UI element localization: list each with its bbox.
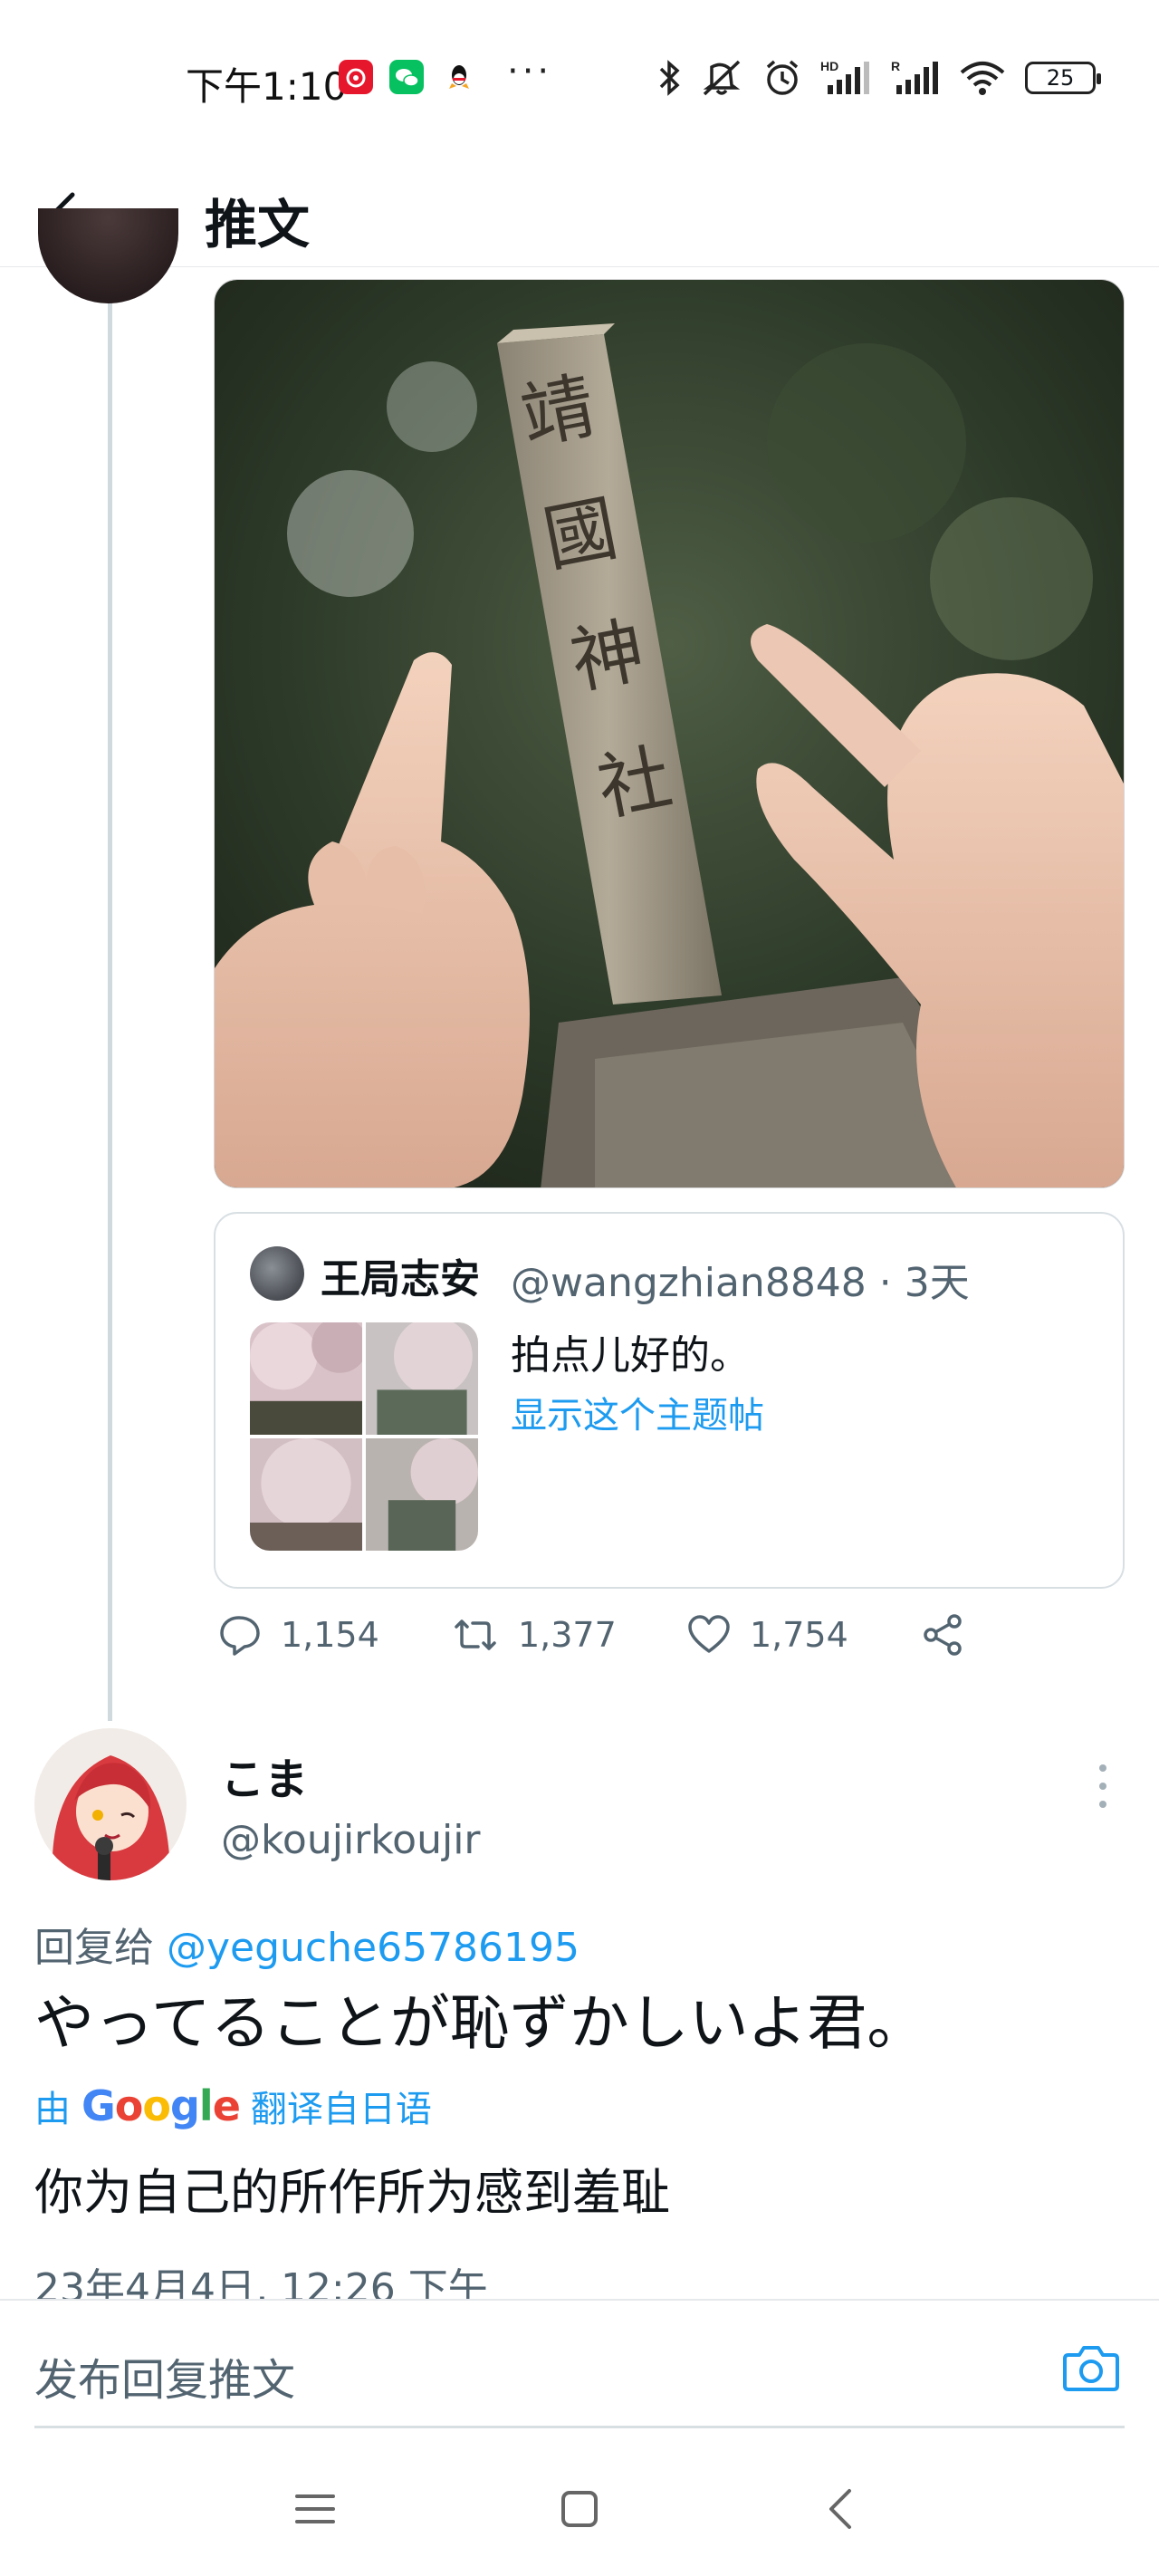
camera-icon[interactable]	[1061, 2341, 1121, 2395]
retweet-count: 1,377	[518, 1615, 617, 1655]
retweet-button[interactable]: 1,377	[451, 1612, 617, 1658]
page-title: 推文	[205, 194, 311, 255]
quoted-thumb-3[interactable]	[250, 1438, 362, 1551]
wifi-icon	[960, 62, 1005, 95]
like-button[interactable]: 1,754	[686, 1612, 848, 1658]
hd-signal-icon: HD	[820, 59, 869, 94]
reply-to-mention[interactable]: @yeguche65786195	[167, 1925, 580, 1971]
avatar[interactable]	[38, 208, 178, 303]
svg-text:HD: HD	[820, 59, 838, 73]
quoted-media-grid[interactable]	[250, 1322, 478, 1551]
translate-by-label: 由	[34, 2089, 71, 2130]
compose-divider	[34, 2426, 1125, 2428]
more-options-icon[interactable]	[1092, 1759, 1114, 1813]
wechat-icon	[389, 60, 424, 94]
reply-button[interactable]: 1,154	[217, 1612, 379, 1658]
quoted-handle: @wangzhian8848 · 3天	[511, 1260, 970, 1306]
roaming-signal-icon: R	[891, 59, 938, 94]
reply-display-name[interactable]: こま	[221, 1744, 308, 1807]
share-button[interactable]	[920, 1612, 965, 1658]
svg-text:R: R	[891, 59, 900, 73]
translated-text: 你为自己的所作所为感到羞耻	[34, 2164, 670, 2221]
back-icon[interactable]	[815, 2482, 869, 2536]
reply-compose-input[interactable]: 发布回复推文	[34, 2344, 295, 2408]
show-thread-link[interactable]: 显示这个主题帖	[511, 1386, 764, 1438]
replying-to: 回复给 @yeguche65786195	[34, 1915, 580, 1973]
alarm-icon	[766, 60, 799, 95]
reply-icon	[220, 1616, 260, 1656]
battery-level: 25	[1046, 65, 1075, 91]
menu-icon[interactable]	[288, 2482, 342, 2536]
reply-handle[interactable]: @koujirkoujir	[221, 1817, 481, 1863]
status-indicators: HD R 25	[657, 58, 1101, 98]
reply-to-label: 回复给	[34, 1925, 167, 1971]
thread-connector-line	[108, 299, 112, 1721]
system-nav-bar	[0, 2446, 1159, 2576]
bluetooth-icon	[659, 60, 680, 96]
quoted-thumb-1[interactable]	[250, 1322, 362, 1435]
status-bar: 下午1:10 ··· HD R 25	[0, 0, 1159, 159]
reply-count: 1,154	[281, 1615, 379, 1655]
tweet-action-bar: 1,154 1,377 1,754	[217, 1612, 1032, 1676]
translate-attribution[interactable]: 由 Google 翻译自日语	[34, 2080, 432, 2132]
quoted-tweet-text: 拍点儿好的。	[511, 1332, 750, 1379]
reply-tweet-text: やってることが恥ずかしいよ君。	[34, 1988, 927, 2058]
qq-icon	[442, 60, 476, 94]
quoted-display-name[interactable]: 王局志安	[321, 1246, 480, 1304]
like-count: 1,754	[750, 1615, 848, 1655]
retweet-icon	[455, 1620, 496, 1650]
weibo-icon	[339, 60, 373, 94]
heart-icon	[688, 1615, 730, 1653]
reply-avatar[interactable]	[34, 1728, 187, 1880]
quoted-avatar[interactable]	[250, 1246, 304, 1301]
tweet-photo[interactable]: 靖 國 神 社	[214, 279, 1125, 1188]
status-more: ···	[507, 51, 553, 92]
mute-icon	[703, 60, 741, 96]
share-icon	[924, 1614, 962, 1656]
home-icon[interactable]	[552, 2482, 607, 2536]
status-time: 下午1:10	[186, 64, 348, 109]
reply-compose-bar: 发布回复推文	[0, 2299, 1159, 2435]
quoted-thumb-4[interactable]	[366, 1438, 478, 1551]
translate-label[interactable]: 翻译自日语	[251, 2080, 432, 2132]
google-logo: Google	[81, 2081, 241, 2130]
quoted-tweet-card[interactable]: 王局志安 @wangzhian8848 · 3天 拍点儿好的。 显示这个主题帖	[214, 1212, 1125, 1589]
quoted-thumb-2[interactable]	[366, 1322, 478, 1435]
photo-shrine-pillar: 靖 國 神 社	[215, 280, 1124, 1187]
battery-indicator: 25	[1025, 62, 1101, 94]
